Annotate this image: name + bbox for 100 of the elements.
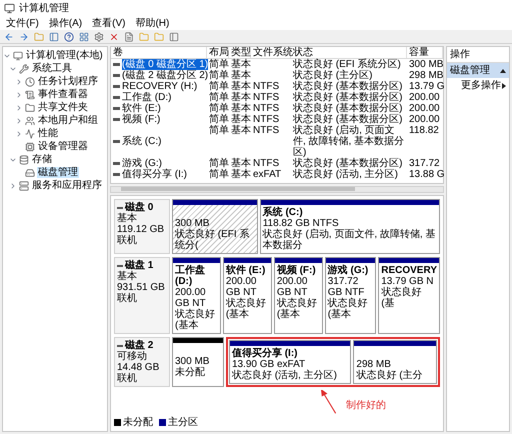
table-cell[interactable]: 视频 (F:) — [122, 114, 160, 125]
partition-block[interactable]: 值得买分享 (I:) 13.90 GB exFAT 状态良好 (活动, 主分区) — [228, 340, 352, 384]
horizontal-scrollbar[interactable] — [110, 186, 444, 193]
table-cell-text: 简单 — [208, 81, 229, 92]
partition-text: 未分配 — [175, 367, 206, 378]
server-icon — [19, 180, 29, 190]
legend-label: 主分区 — [168, 417, 198, 428]
partition-text: 状态良好 (基本 — [328, 298, 369, 320]
table-cell-text: 简单 — [208, 169, 229, 180]
table-cell-text: 简单 — [208, 103, 229, 114]
partition-block[interactable]: RECOVERY 13.79 GB N 状态良好 (基 — [378, 257, 440, 334]
tree-item[interactable]: 本地用户和组 — [37, 115, 99, 126]
help-icon[interactable] — [64, 32, 74, 42]
drive-icon — [113, 140, 120, 143]
table-cell-text: 简单 — [208, 70, 229, 81]
table-cell[interactable]: (磁盘 2 磁盘分区 2) — [122, 70, 208, 81]
table-cell-text: 基本 — [230, 169, 251, 180]
legend-label: 未分配 — [123, 417, 153, 428]
tree-item[interactable]: 事件查看器 — [37, 89, 89, 100]
partition-text: 状态良好 (主分 — [356, 370, 424, 381]
partition-block[interactable]: 298 MB 状态良好 (主分 — [353, 340, 438, 384]
column-header[interactable]: 布局 — [207, 47, 229, 58]
table-cell[interactable]: 值得买分享 (I:) — [122, 169, 187, 180]
panel-icon[interactable] — [169, 32, 179, 42]
grid-icon[interactable] — [79, 32, 89, 42]
column-header[interactable]: 容量 — [407, 47, 443, 58]
back-icon[interactable] — [4, 32, 14, 42]
table-cell-text: NTFS — [252, 92, 280, 103]
forward-icon[interactable] — [19, 32, 29, 42]
table-cell-text: 200.00 — [408, 114, 441, 125]
partition-block[interactable]: 视频 (F:) 200.00 GB NT 状态良好 (基本 — [274, 257, 323, 334]
drive-icon — [113, 118, 120, 121]
menu-item[interactable]: 文件(F) — [6, 18, 39, 28]
column-header[interactable]: 文件系统 — [251, 47, 291, 58]
settings-icon[interactable] — [94, 32, 104, 42]
partition-text: 状态良好 (基本 — [175, 309, 216, 331]
table-cell-text: 200.00 — [408, 103, 441, 114]
menu-item[interactable]: 操作(A) — [48, 18, 82, 28]
table-cell[interactable]: RECOVERY (H:) — [122, 81, 198, 92]
table-cell[interactable]: 软件 (E:) — [122, 103, 161, 114]
table-cell-text: 基本 — [230, 114, 251, 125]
partition-text: 13.79 GB N — [381, 276, 435, 287]
table-cell-text: exFAT — [252, 169, 282, 180]
partition-block[interactable]: 工作盘 (D:) 200.00 GB NT 状态良好 (基本 — [172, 257, 221, 334]
menu-item[interactable]: 查看(V) — [92, 18, 126, 28]
tree-item[interactable]: 性能 — [37, 128, 59, 139]
document-icon[interactable] — [124, 32, 134, 42]
tree-item[interactable]: 存储 — [31, 154, 53, 165]
delete-icon[interactable] — [109, 32, 119, 42]
partition-block[interactable]: 软件 (E:) 200.00 GB NT 状态良好 (基本 — [222, 257, 272, 334]
table-cell-text: 简单 — [208, 114, 229, 125]
disk-type: 基本 — [117, 271, 138, 282]
column-header[interactable]: 卷 — [111, 47, 207, 58]
table-cell-text: 基本 — [230, 92, 251, 103]
tree-item[interactable]: 磁盘管理 — [37, 167, 79, 178]
table-cell[interactable]: 系统 (C:) — [122, 136, 162, 147]
partition-block[interactable]: 300 MB 状态良好 (EFI 系统分( — [172, 199, 258, 254]
tree-item[interactable]: 系统工具 — [31, 63, 73, 74]
table-cell-text: 状态良好 (启动, 页面文件, 故障转储, 基本数据分区) — [292, 125, 406, 158]
partition-text: 13.90 GB exFAT — [232, 359, 306, 370]
panel-icon[interactable] — [49, 32, 59, 42]
partition-text: 状态良好 (EFI 系统分( — [175, 229, 250, 251]
disk-type: 可移动 — [117, 351, 148, 362]
action-section[interactable]: 磁盘管理 — [447, 63, 509, 78]
partition-title: 工作盘 (D:) — [175, 265, 206, 287]
table-cell-text: 300 MB — [408, 59, 443, 70]
partition-block[interactable]: 300 MB 未分配 — [172, 337, 224, 387]
computer-icon — [13, 50, 23, 60]
partition-block[interactable]: 系统 (C:) 118.82 GB NTFS 状态良好 (启动, 页面文件, 故障转储, 基本数据分 — [260, 199, 440, 254]
partition-block[interactable]: 游戏 (G:) 317.72 GB NTF 状态良好 (基本 — [324, 257, 376, 334]
database-icon — [19, 154, 29, 164]
partition-text: 300 MB — [175, 218, 210, 229]
table-cell-text: 简单 — [208, 125, 229, 138]
table-cell-text: NTFS — [252, 81, 280, 92]
table-cell-text: 状态良好 (基本数据分区) — [292, 81, 404, 92]
tree-item[interactable]: 任务计划程序 — [37, 76, 99, 87]
menu-item[interactable]: 帮助(H) — [135, 18, 170, 28]
partition-text: 200.00 GB NT — [276, 276, 308, 298]
column-header[interactable]: 类型 — [229, 47, 251, 58]
table-cell-text: 状态良好 (基本数据分区) — [292, 158, 404, 169]
wrench-icon — [19, 64, 29, 74]
tree-item[interactable]: 设备管理器 — [37, 141, 89, 152]
tree-item[interactable]: 共享文件夹 — [37, 102, 89, 113]
tree-item[interactable]: 计算机管理(本地) — [25, 50, 104, 61]
action-item[interactable]: 更多操作 — [447, 78, 509, 93]
partition-text: 状态良好 (活动, 主分区) — [232, 370, 338, 381]
partition-text: 状态良好 (启动, 页面文件, 故障转储, 基本数据分 — [262, 229, 436, 251]
table-cell[interactable]: 游戏 (G:) — [122, 158, 162, 169]
partition-text: 118.82 GB NTFS — [262, 218, 340, 229]
window-title: 计算机管理 — [19, 2, 69, 14]
drive-icon — [113, 74, 120, 77]
table-cell-text: 状态良好 (主分区) — [292, 70, 374, 81]
disk-name: 磁盘 2 — [125, 340, 154, 351]
tree-item[interactable]: 服务和应用程序 — [31, 180, 103, 191]
disk-type: 基本 — [117, 213, 138, 224]
table-cell-text: 基本 — [230, 158, 251, 169]
table-cell[interactable]: 工作盘 (D:) — [122, 92, 172, 103]
folder-icon — [25, 102, 35, 112]
users-icon — [25, 116, 35, 126]
table-cell[interactable]: (磁盘 0 磁盘分区 1) — [122, 59, 208, 70]
